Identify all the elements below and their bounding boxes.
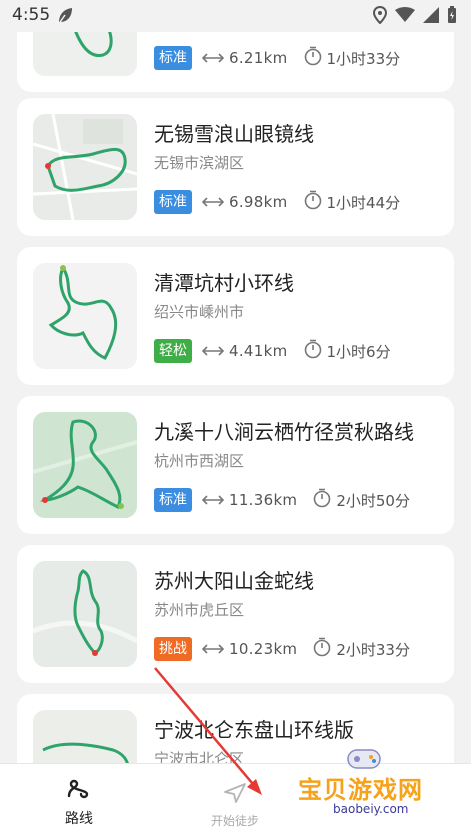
route-map-thumbnail xyxy=(33,114,137,220)
tab-routes[interactable]: 路线 xyxy=(50,778,108,837)
route-title: 清潭坑村小环线 xyxy=(154,271,294,295)
route-title: 宁波北仑东盘山环线版 xyxy=(154,718,354,742)
route-distance: 11.36km xyxy=(229,491,298,509)
status-bar: 4:55 xyxy=(0,0,471,32)
route-title: 九溪十八涧云栖竹径赏秋路线 xyxy=(154,420,414,444)
timer-icon xyxy=(304,46,322,70)
route-title: 无锡雪浪山眼镜线 xyxy=(154,122,314,146)
tab-start-hiking[interactable]: 开始徒步 xyxy=(202,782,268,837)
route-card[interactable]: 九溪十八涧云栖竹径赏秋路线 杭州市西湖区 标准 11.36km 2小时50分 xyxy=(17,396,454,534)
navigation-arrow-icon xyxy=(223,782,247,808)
route-duration: 1小时6分 xyxy=(326,342,391,361)
distance-icon xyxy=(201,193,225,212)
route-title: 苏州大阳山金蛇线 xyxy=(154,569,314,593)
difficulty-badge: 轻松 xyxy=(154,339,192,363)
wifi-icon xyxy=(395,7,415,27)
route-duration: 1小时33分 xyxy=(326,49,401,68)
distance-icon xyxy=(201,49,225,68)
route-location: 绍兴市嵊州市 xyxy=(154,303,245,321)
watermark-text: 宝贝游戏网 xyxy=(298,776,423,804)
location-icon xyxy=(372,5,388,28)
route-distance: 10.23km xyxy=(229,640,298,658)
route-distance: 6.98km xyxy=(229,193,288,211)
route-location: 无锡市滨湖区 xyxy=(154,154,245,172)
signal-icon xyxy=(423,7,439,27)
leaf-icon xyxy=(56,6,74,30)
battery-icon xyxy=(447,6,457,28)
route-map-thumbnail xyxy=(33,710,137,763)
route-distance: 4.41km xyxy=(229,342,288,360)
route-card[interactable]: 清潭坑村小环线 绍兴市嵊州市 轻松 4.41km 1小时6分 xyxy=(17,247,454,385)
distance-icon xyxy=(201,342,225,361)
difficulty-badge: 挑战 xyxy=(154,637,192,661)
route-list[interactable]: 标准 6.21km 1小时33分 无锡雪浪山眼镜线 无锡市滨湖区 标准 6.98… xyxy=(0,0,471,763)
distance-icon xyxy=(201,491,225,510)
timer-icon xyxy=(304,190,322,214)
tab-start-hiking-label: 开始徒步 xyxy=(210,814,259,828)
route-trail-icon xyxy=(65,778,93,804)
timer-icon xyxy=(313,488,331,512)
difficulty-badge: 标准 xyxy=(154,46,192,70)
distance-icon xyxy=(201,640,225,659)
timer-icon xyxy=(304,339,322,363)
route-duration: 2小时33分 xyxy=(336,640,410,659)
route-map-thumbnail xyxy=(33,412,137,518)
route-map-thumbnail xyxy=(33,561,137,667)
route-location: 宁波市北仑区 xyxy=(154,750,245,763)
tab-routes-label: 路线 xyxy=(65,811,93,827)
difficulty-badge: 标准 xyxy=(154,190,192,214)
difficulty-badge: 标准 xyxy=(154,488,192,512)
watermark: 宝贝游戏网 baobeiy.com xyxy=(288,742,448,834)
route-distance: 6.21km xyxy=(229,49,288,67)
route-location: 杭州市西湖区 xyxy=(154,452,245,470)
watermark-url: baobeiy.com xyxy=(330,802,412,816)
route-duration: 1小时44分 xyxy=(326,193,401,212)
status-time: 4:55 xyxy=(12,5,51,25)
timer-icon xyxy=(313,637,331,661)
route-duration: 2小时50分 xyxy=(336,491,410,510)
route-map-thumbnail xyxy=(33,263,137,369)
route-card[interactable]: 无锡雪浪山眼镜线 无锡市滨湖区 标准 6.98km 1小时44分 xyxy=(17,98,454,236)
route-location: 苏州市虎丘区 xyxy=(154,601,245,619)
route-card[interactable]: 苏州大阳山金蛇线 苏州市虎丘区 挑战 10.23km 2小时33分 xyxy=(17,545,454,683)
